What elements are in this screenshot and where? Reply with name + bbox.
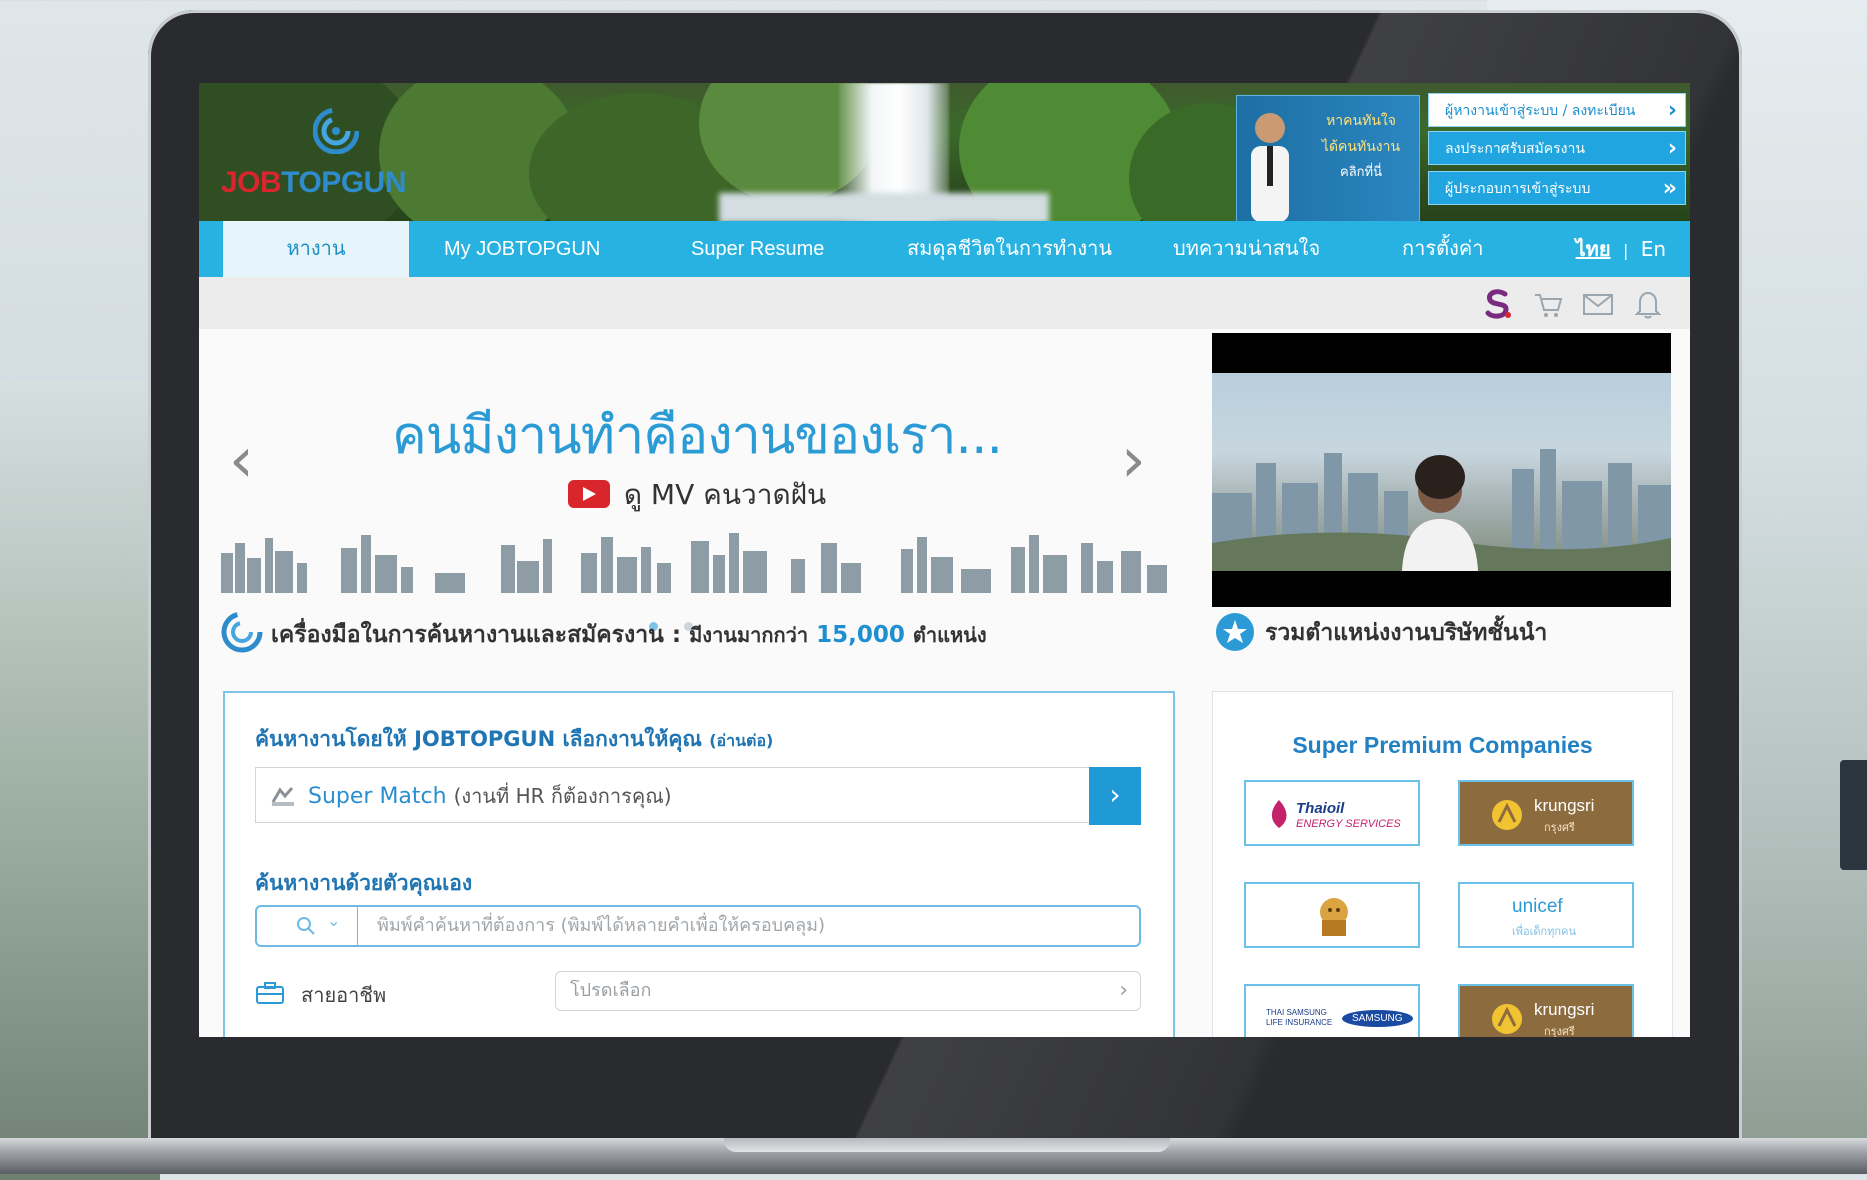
- chevron-right-icon: ›: [1119, 978, 1128, 1003]
- lang-separator: |: [1622, 241, 1629, 260]
- company-logo-thai-samsung[interactable]: THAI SAMSUNG LIFE INSURANCE SAMSUNG: [1244, 984, 1420, 1037]
- background-letter-fragment: [1840, 760, 1867, 870]
- super-match-go-button[interactable]: ›: [1089, 767, 1141, 825]
- company-logo-krungsri[interactable]: krungsri กรุงศรี: [1458, 780, 1634, 846]
- video-player[interactable]: [1212, 333, 1671, 607]
- carousel-next-arrow[interactable]: ›: [1121, 423, 1146, 496]
- logo-swirl-icon: [313, 108, 359, 154]
- premium-companies-panel: Super Premium Companies Thaioil ENERGY S…: [1212, 691, 1673, 1037]
- post-job-button[interactable]: ลงประกาศรับสมัครงาน ›: [1428, 131, 1686, 165]
- logo-text-job: JOB: [221, 166, 282, 199]
- career-field-select[interactable]: โปรดเลือก ›: [555, 971, 1141, 1011]
- self-search-heading: ค้นหางานด้วยตัวคุณเอง: [255, 871, 473, 895]
- job-search-panel: ค้นหางานโดยให้ JOBTOPGUN เลือกงานให้คุณ …: [223, 691, 1175, 1037]
- youtube-play-icon: [567, 480, 610, 508]
- keyword-search-input[interactable]: ⌄ พิมพ์คำค้นหาที่ต้องการ (พิมพ์ได้หลายคำ…: [255, 905, 1141, 947]
- super-resume-icon[interactable]: [1481, 287, 1515, 321]
- super-match-heading-text: ค้นหางานโดยให้ JOBTOPGUN เลือกงานให้คุณ: [255, 727, 702, 751]
- background-left: [0, 380, 160, 1180]
- site-header: JOBTOPGUN หาคนทันใจ ได้คนทันงาน คลิกที่น…: [199, 83, 1690, 221]
- laptop-notch: [724, 1138, 1170, 1152]
- chevron-down-icon: ⌄: [327, 911, 341, 930]
- nav-item-find-jobs[interactable]: หางาน: [223, 221, 409, 277]
- lion-emblem-icon: [1320, 898, 1348, 936]
- video-cityscape-image: [1212, 449, 1671, 571]
- read-more-link[interactable]: (อ่านต่อ): [709, 731, 773, 750]
- main-nav: หางาน My JOBTOPGUN Super Resume สมดุลชีว…: [199, 221, 1690, 277]
- chevron-right-icon: ›: [1667, 98, 1677, 123]
- tools-count-prefix: มีงานมากกว่า: [689, 623, 809, 647]
- chevron-right-icon: ›: [1667, 136, 1677, 161]
- site-logo[interactable]: JOBTOPGUN: [221, 108, 431, 208]
- super-match-box[interactable]: Super Match (งานที่ HR ก็ต้องการคุณ) ›: [255, 767, 1141, 825]
- search-icon: [297, 917, 315, 935]
- promo-line-2: ได้คนทันงาน: [1321, 139, 1401, 155]
- post-job-label: ลงประกาศรับสมัครงาน: [1445, 141, 1585, 157]
- employer-promo-banner[interactable]: หาคนทันใจ ได้คนทันงาน คลิกที่นี่: [1236, 95, 1420, 221]
- career-field-label: สายอาชีพ: [301, 983, 387, 1007]
- jobtopgun-swirl-icon: [221, 611, 263, 653]
- bell-icon[interactable]: [1631, 287, 1665, 321]
- user-toolbar: [199, 277, 1690, 329]
- lang-thai-link[interactable]: ไทย: [1576, 237, 1611, 261]
- company-logo-lion[interactable]: [1244, 882, 1420, 948]
- lang-english-link[interactable]: En: [1641, 237, 1666, 261]
- company-logo-unicef[interactable]: unicef เพื่อเด็กทุกคน: [1458, 882, 1634, 948]
- premium-companies-title: Super Premium Companies: [1292, 732, 1593, 758]
- language-switcher: ไทย | En: [1576, 221, 1666, 277]
- super-match-heading: ค้นหางานโดยให้ JOBTOPGUN เลือกงานให้คุณ …: [255, 723, 773, 756]
- keyword-placeholder: พิมพ์คำค้นหาที่ต้องการ (พิมพ์ได้หลายคำเพ…: [377, 915, 826, 936]
- jobseeker-login-label: ผู้หางานเข้าสู่ระบบ / ลงทะเบียน: [1445, 103, 1636, 119]
- career-placeholder: โปรดเลือก: [570, 980, 652, 1001]
- logo-text-topgun: TOPGUN: [281, 166, 406, 199]
- super-match-icon: [271, 787, 294, 806]
- tools-heading-text: เครื่องมือในการค้นหางานและสมัครงาน :: [271, 622, 682, 648]
- hero-subtitle: ดู MV คนวาดฝัน: [623, 478, 827, 511]
- krungsri-emblem-icon: [1492, 800, 1522, 830]
- krungsri-emblem-icon: [1492, 1004, 1522, 1034]
- super-match-label: Super Match: [308, 784, 447, 809]
- tools-count-suffix: ตำแหน่ง: [912, 623, 987, 647]
- tools-section-heading: เครื่องมือในการค้นหางานและสมัครงาน : มีง…: [271, 617, 987, 653]
- promo-person-image: [1251, 113, 1289, 221]
- employer-login-label: ผู้ประกอบการเข้าสู่ระบบ: [1445, 181, 1591, 197]
- nav-item-work-life-balance[interactable]: สมดุลชีวิตในการทำงาน: [907, 221, 1112, 277]
- super-match-description: (งานที่ HR ก็ต้องการคุณ): [453, 784, 672, 808]
- double-chevron-right-icon: »: [1662, 176, 1677, 201]
- promo-line-3: คลิกที่นี่: [1340, 165, 1382, 180]
- nav-item-super-resume[interactable]: Super Resume: [691, 221, 824, 277]
- cart-icon[interactable]: [1531, 287, 1565, 321]
- hero-subtitle-link[interactable]: ดู MV คนวาดฝัน: [221, 473, 1173, 517]
- hero-title: คนมีงานทำคืองานของเรา...: [391, 406, 1003, 466]
- mail-icon[interactable]: [1581, 287, 1615, 321]
- nav-item-settings[interactable]: การตั้งค่า: [1402, 221, 1483, 277]
- browser-screen: JOBTOPGUN หาคนทันใจ ได้คนทันงาน คลิกที่น…: [199, 83, 1690, 1037]
- carousel-prev-arrow[interactable]: ‹: [229, 423, 254, 496]
- job-count: 15,000: [816, 622, 905, 648]
- video-thumbnail: [1212, 373, 1671, 571]
- jobseeker-login-button[interactable]: ผู้หางานเข้าสู่ระบบ / ลงทะเบียน ›: [1428, 93, 1686, 127]
- thaioil-flame-icon: [1271, 800, 1287, 828]
- search-mode-dropdown[interactable]: ⌄: [257, 907, 358, 945]
- city-skyline-image: [221, 533, 1167, 593]
- nav-item-my-jobtopgun[interactable]: My JOBTOPGUN: [444, 221, 600, 277]
- hero-carousel: คนมีงานทำคืองานของเรา... ดู MV คนวาดฝัน …: [221, 333, 1173, 593]
- company-logo-krungsri-2[interactable]: krungsri กรุงศรี: [1458, 984, 1634, 1037]
- companies-section-heading: รวมตำแหน่งงานบริษัทชั้นนำ: [1265, 620, 1548, 646]
- briefcase-icon: [256, 982, 284, 1004]
- nav-item-articles[interactable]: บทความน่าสนใจ: [1173, 221, 1320, 277]
- star-badge-icon: [1216, 613, 1254, 651]
- employer-login-button[interactable]: ผู้ประกอบการเข้าสู่ระบบ »: [1428, 171, 1686, 205]
- promo-line-1: หาคนทันใจ: [1326, 113, 1396, 129]
- company-logo-thaioil[interactable]: Thaioil ENERGY SERVICES: [1244, 780, 1420, 846]
